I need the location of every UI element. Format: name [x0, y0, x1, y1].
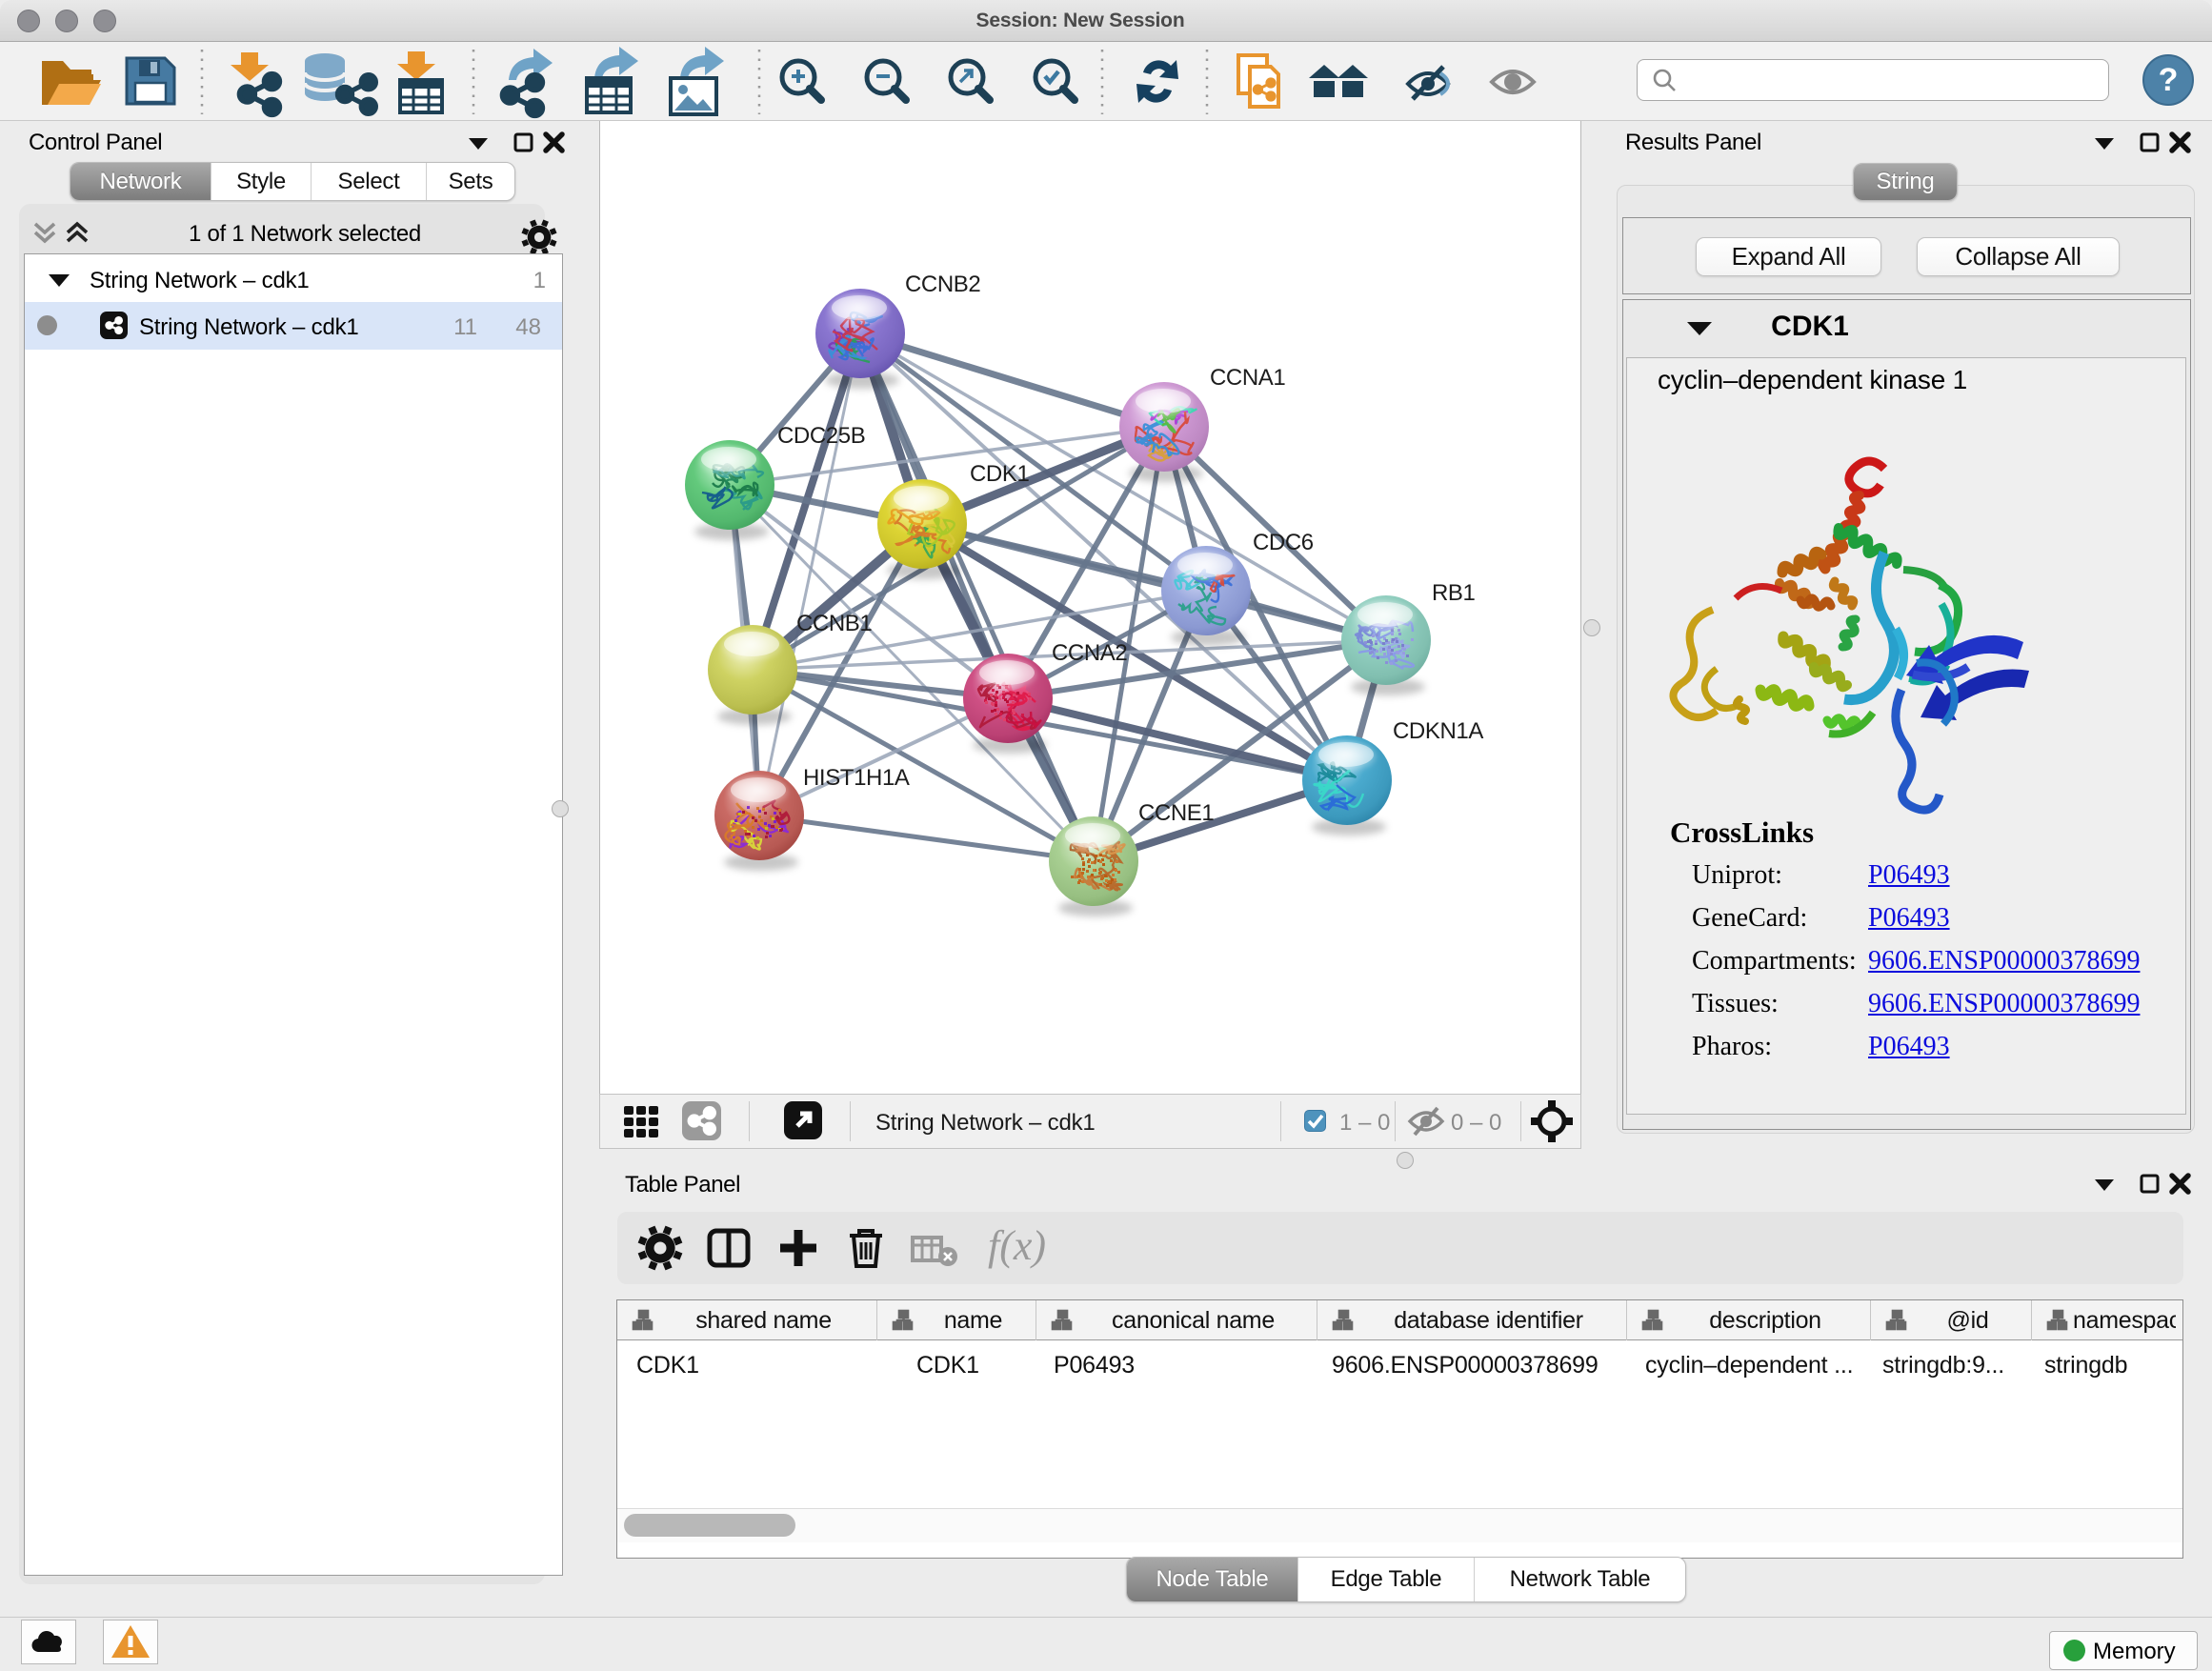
svg-text:RB1: RB1: [1432, 580, 1476, 606]
svg-text:CCNB2: CCNB2: [905, 272, 980, 297]
svg-text:CCNA1: CCNA1: [1210, 365, 1285, 391]
svg-text:CDC25B: CDC25B: [777, 423, 865, 449]
svg-text:HIST1H1A: HIST1H1A: [803, 765, 910, 791]
svg-text:CDKN1A: CDKN1A: [1393, 718, 1483, 744]
svg-text:CDK1: CDK1: [970, 461, 1029, 487]
svg-text:CCNE1: CCNE1: [1138, 800, 1214, 826]
svg-text:CDC6: CDC6: [1253, 530, 1314, 555]
svg-text:CCNA2: CCNA2: [1052, 640, 1127, 666]
svg-text:CCNB1: CCNB1: [796, 611, 872, 636]
